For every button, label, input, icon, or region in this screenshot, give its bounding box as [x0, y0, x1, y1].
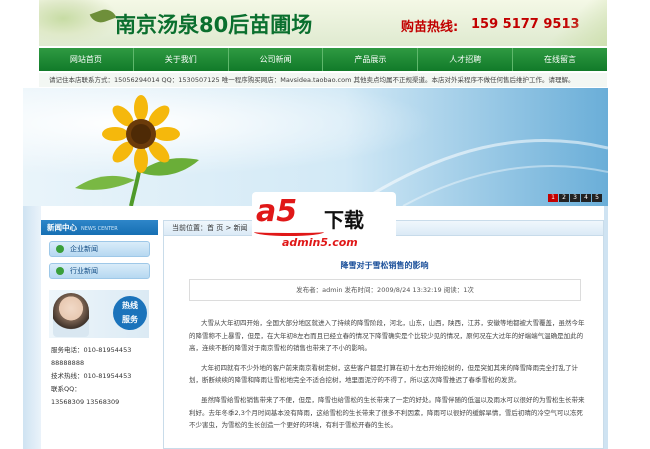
- banner-page-2[interactable]: 2: [559, 194, 569, 202]
- banner-pager: 1 2 3 4 5: [548, 194, 602, 202]
- article-paragraph: 大年初四就有不少外地的客户前来南京看树定树，这些客户都是打算在初十左右开始挖树的…: [189, 363, 578, 385]
- sidebar-item-label: 行业新闻: [70, 267, 98, 275]
- notice-marquee: 请记住本店联系方式：15056294014 QQ：1530507125 唯一程序…: [39, 73, 607, 87]
- watermark-swoosh: [254, 228, 324, 236]
- main-nav: 网站首页 关于我们 公司新闻 产品展示 人才招聘 在线留言: [39, 48, 607, 71]
- site-title: 南京汤泉80后苗圃场: [115, 13, 313, 37]
- left-background-strip: [23, 206, 41, 449]
- sunflower-illustration: [75, 95, 608, 206]
- contact-info: 服务电话：010-81954453 88888888 技术热线：010-8195…: [51, 344, 131, 409]
- sidebar-item-label: 企业新闻: [70, 245, 98, 253]
- header-decoration: [39, 0, 119, 46]
- hotline-service-badge: 热线 服务: [113, 296, 147, 330]
- bullet-icon: [56, 267, 64, 275]
- sidebar-title: 新闻中心 NEWS CENTER: [41, 220, 158, 235]
- sidebar-item-company-news[interactable]: 企业新闻: [49, 241, 150, 257]
- banner: 1 2 3 4 5: [23, 88, 608, 206]
- watermark-brand: a5: [256, 194, 298, 229]
- sidebar-menu: 企业新闻 行业新闻: [41, 235, 158, 279]
- nav-news[interactable]: 公司新闻: [229, 48, 324, 71]
- contact-line: 88888888: [51, 359, 85, 367]
- banner-page-3[interactable]: 3: [570, 194, 580, 202]
- article-title: 降雪对于雪松销售的影响: [340, 261, 429, 270]
- nav-about[interactable]: 关于我们: [134, 48, 229, 71]
- bullet-icon: [56, 245, 64, 253]
- service-agent-image: [53, 293, 89, 337]
- header-landscape: [547, 0, 607, 46]
- breadcrumb-section[interactable]: 新闻: [234, 224, 248, 232]
- breadcrumb-sep: >: [223, 224, 234, 232]
- contact-line: 13568309 13568309: [51, 398, 120, 406]
- sidebar-title-en: NEWS CENTER: [81, 226, 118, 232]
- badge-line-2: 服务: [122, 315, 138, 324]
- hotline-label: 购苗热线:: [401, 20, 459, 35]
- article-paragraph: 大雪从大年初四开始，全国大部分地区就进入了持续的降雪阶段，河北，山东，山西，陕西…: [189, 319, 585, 353]
- sidebar-title-text: 新闻中心: [47, 223, 77, 232]
- hotline-service-banner: 热线 服务: [49, 290, 149, 338]
- breadcrumb-prefix: 当前位置：: [172, 224, 207, 232]
- breadcrumb-home[interactable]: 首 页: [207, 224, 223, 232]
- banner-page-1[interactable]: 1: [548, 194, 558, 202]
- contact-line: 服务电话：010-81954453: [51, 346, 132, 354]
- watermark-url: admin5.com: [282, 236, 358, 249]
- sidebar: 新闻中心 NEWS CENTER 企业新闻 行业新闻 热线 服务 服务电话：010…: [41, 220, 158, 449]
- watermark-brand-cn: 下载: [324, 208, 364, 232]
- sidebar-item-industry-news[interactable]: 行业新闻: [49, 263, 150, 279]
- main-content: 当前位置：首 页 > 新闻 降雪对于雪松销售的影响 发布者：admin 发布时间…: [163, 220, 604, 449]
- badge-line-1: 热线: [122, 301, 138, 310]
- nav-message[interactable]: 在线留言: [513, 48, 607, 71]
- site-header: 南京汤泉80后苗圃场 购苗热线: 159 5177 9513: [39, 0, 607, 46]
- a5-watermark: a5 下载 admin5.com: [252, 192, 396, 252]
- right-background-strip: [604, 206, 608, 449]
- banner-page-5[interactable]: 5: [592, 194, 602, 202]
- nav-products[interactable]: 产品展示: [323, 48, 419, 71]
- nav-home[interactable]: 网站首页: [39, 48, 134, 71]
- contact-line: 联系QQ：: [51, 385, 81, 393]
- nav-jobs[interactable]: 人才招聘: [418, 48, 514, 71]
- article-meta: 发布者：admin 发布时间：2009/8/24 13:32:19 阅读：1次: [189, 279, 581, 301]
- article-body: 大雪从大年初四开始，全国大部分地区就进入了持续的降雪阶段，河北，山东，山西，陕西…: [189, 317, 585, 439]
- banner-page-4[interactable]: 4: [581, 194, 591, 202]
- article-paragraph: 虽然降雪给雪松销售带来了不便，但是，降雪也给雪松的生长带来了一定的好处。降雪伴随…: [189, 395, 585, 430]
- contact-line: 技术热线：010-81954453: [51, 372, 132, 380]
